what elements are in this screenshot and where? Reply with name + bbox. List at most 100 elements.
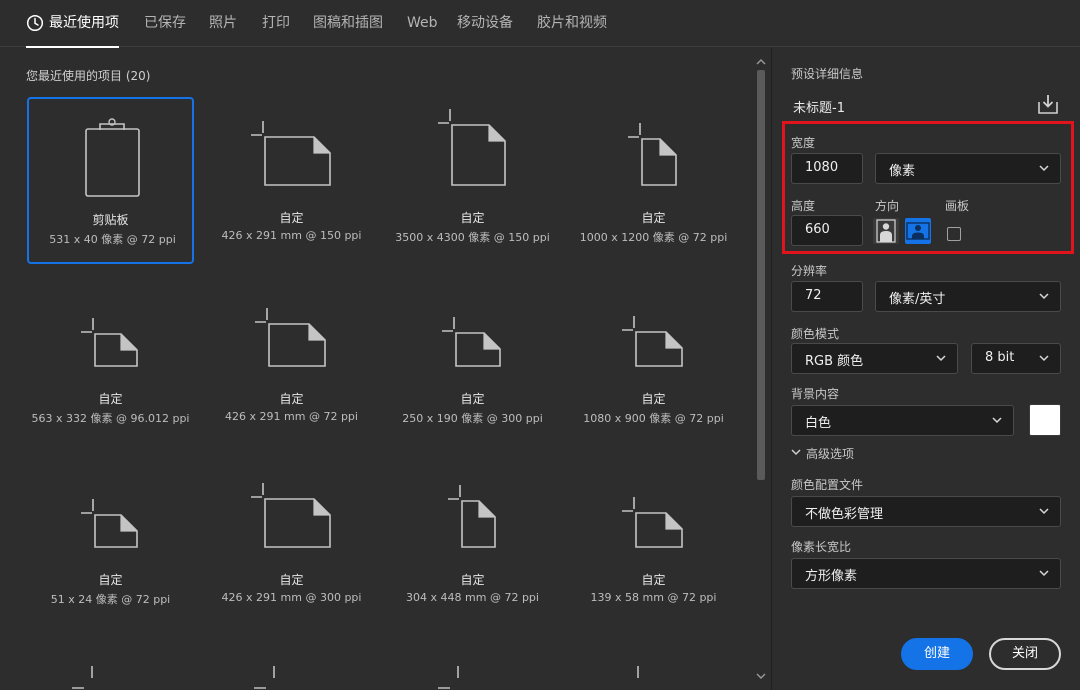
close-button[interactable]: 关闭: [989, 638, 1061, 670]
preset-card-dimensions: 3500 x 4300 像素 @ 150 ppi: [395, 231, 550, 244]
chevron-down-icon: [992, 417, 1002, 424]
clipboard-icon: [85, 118, 140, 197]
color-mode-select[interactable]: RGB 颜色: [791, 343, 958, 374]
tab-recent[interactable]: 最近使用项: [26, 0, 119, 48]
tab-art-illustration[interactable]: 图稿和插图: [313, 0, 383, 47]
resolution-value: 72: [805, 288, 822, 303]
background-select[interactable]: 白色: [791, 405, 1014, 436]
tab-print[interactable]: 打印: [262, 0, 290, 47]
recent-items-title: 您最近使用的项目 (20): [26, 69, 151, 83]
landscape-orientation-button[interactable]: [905, 218, 931, 244]
preset-card-name: 自定: [641, 392, 666, 406]
preset-card[interactable]: 自定 304 x 448 mm @ 72 ppi: [389, 459, 556, 626]
preset-card-dimensions: 563 x 332 像素 @ 96.012 ppi: [31, 412, 190, 425]
document-name-field[interactable]: 未标题-1: [793, 97, 845, 116]
preset-card-dimensions: 426 x 291 mm @ 300 ppi: [221, 591, 362, 604]
tab-saved[interactable]: 已保存: [144, 0, 186, 47]
preset-card[interactable]: 剪贴板 531 x 40 像素 @ 72 ppi: [27, 97, 194, 264]
tab-film-video[interactable]: 胶片和视频: [537, 0, 607, 47]
preset-card-name: 自定: [641, 573, 666, 587]
artboard-label: 画板: [945, 199, 970, 213]
preset-card[interactable]: 自定 250 x 190 像素 @ 300 ppi: [389, 278, 556, 445]
preset-card-dimensions: 139 x 58 mm @ 72 ppi: [590, 591, 717, 604]
category-tabs: 最近使用项 已保存 照片 打印 图稿和插图 Web 移动设备 胶片和视频: [0, 0, 1080, 48]
chevron-down-icon: [1039, 165, 1049, 172]
preset-card-name: 自定: [460, 211, 485, 225]
color-mode-value: RGB 颜色: [805, 354, 864, 369]
tab-web[interactable]: Web: [407, 0, 438, 47]
preset-card-name: 自定: [98, 392, 123, 406]
preset-card-dimensions: 426 x 291 mm @ 72 ppi: [225, 410, 358, 423]
preset-card[interactable]: 自定 3500 x 4300 像素 @ 150 ppi: [389, 97, 556, 264]
preset-card-dimensions: 531 x 40 像素 @ 72 ppi: [49, 233, 176, 246]
resolution-input[interactable]: 72: [791, 281, 863, 312]
artboard-checkbox[interactable]: [947, 227, 961, 241]
scroll-up-arrow-icon[interactable]: [756, 58, 766, 66]
preset-details-title: 预设详细信息: [791, 67, 864, 81]
document-landscape-icon: [442, 317, 501, 367]
color-profile-value: 不做色彩管理: [805, 507, 884, 522]
preset-card[interactable]: 自定 426 x 291 mm @ 72 ppi: [208, 278, 375, 445]
document-landscape-icon: [622, 316, 683, 367]
preset-card-dimensions: 1080 x 900 像素 @ 72 ppi: [583, 412, 724, 425]
preset-card[interactable]: 自定 563 x 332 像素 @ 96.012 ppi: [27, 278, 194, 445]
color-mode-label: 颜色模式: [791, 327, 840, 341]
preset-card-name: 自定: [279, 573, 304, 587]
tab-mobile[interactable]: 移动设备: [457, 0, 513, 47]
chevron-down-icon: [1039, 355, 1049, 362]
preset-card[interactable]: 自定 139 x 58 mm @ 72 ppi: [570, 459, 737, 626]
preset-card-dimensions: 426 x 291 mm @ 150 ppi: [221, 229, 362, 242]
width-input[interactable]: 1080: [791, 153, 863, 184]
chevron-down-icon: [936, 355, 946, 362]
pixel-aspect-label: 像素长宽比: [791, 540, 852, 554]
preset-card-dimensions: 51 x 24 像素 @ 72 ppi: [50, 593, 171, 606]
chevron-down-icon: [1039, 293, 1049, 300]
height-input[interactable]: 660: [791, 215, 863, 246]
background-label: 背景内容: [791, 387, 840, 401]
preset-card-dimensions: 304 x 448 mm @ 72 ppi: [406, 591, 539, 604]
preset-card[interactable]: 自定 1080 x 900 像素 @ 72 ppi: [570, 278, 737, 445]
document-landscape-icon: [251, 121, 331, 186]
chevron-down-icon: [791, 449, 801, 456]
partial-row-icons: [72, 666, 639, 689]
color-profile-select[interactable]: 不做色彩管理: [791, 496, 1061, 527]
preset-card[interactable]: 自定 1000 x 1200 像素 @ 72 ppi: [570, 97, 737, 264]
tab-photo[interactable]: 照片: [209, 0, 237, 47]
preset-card-name: 自定: [279, 392, 304, 406]
preset-card-name: 剪贴板: [92, 213, 129, 227]
tab-label: 最近使用项: [49, 15, 119, 31]
background-value: 白色: [805, 416, 832, 431]
scroll-down-arrow-icon[interactable]: [756, 672, 766, 680]
resolution-unit-select[interactable]: 像素/英寸: [875, 281, 1061, 312]
width-label: 宽度: [791, 136, 816, 150]
preset-card-name: 自定: [460, 392, 485, 406]
preset-card-name: 自定: [98, 573, 123, 587]
width-value: 1080: [805, 160, 839, 175]
height-value: 660: [805, 222, 830, 237]
resolution-unit-value: 像素/英寸: [889, 292, 946, 307]
preset-card[interactable]: 自定 426 x 291 mm @ 300 ppi: [208, 459, 375, 626]
document-landscape-icon: [622, 497, 683, 548]
preset-card-name: 自定: [279, 211, 304, 225]
preset-card[interactable]: 自定 51 x 24 像素 @ 72 ppi: [27, 459, 194, 626]
scrollbar[interactable]: [752, 58, 769, 688]
preset-card[interactable]: 自定 426 x 291 mm @ 150 ppi: [208, 97, 375, 264]
document-landscape-icon: [251, 483, 331, 548]
preset-details-panel: 预设详细信息 未标题-1 宽度 1080 像素 高度 方向 画板 660 分辨率…: [771, 48, 1080, 690]
pixel-aspect-select[interactable]: 方形像素: [791, 558, 1061, 589]
bit-depth-select[interactable]: 8 bit: [971, 343, 1061, 374]
bit-depth-value: 8 bit: [985, 350, 1015, 365]
background-color-swatch[interactable]: [1029, 404, 1061, 436]
preset-card-dimensions: 1000 x 1200 像素 @ 72 ppi: [579, 231, 728, 244]
portrait-orientation-button[interactable]: [873, 218, 899, 244]
resolution-label: 分辨率: [791, 264, 828, 278]
save-preset-icon[interactable]: [1037, 93, 1059, 115]
height-label: 高度: [791, 199, 816, 213]
landscape-person-icon: [906, 222, 930, 240]
chevron-down-icon: [1039, 508, 1049, 515]
create-button[interactable]: 创建: [901, 638, 973, 670]
document-portrait-icon: [628, 123, 677, 186]
scroll-thumb[interactable]: [757, 70, 765, 480]
unit-select[interactable]: 像素: [875, 153, 1061, 184]
document-portrait-icon: [438, 109, 506, 186]
